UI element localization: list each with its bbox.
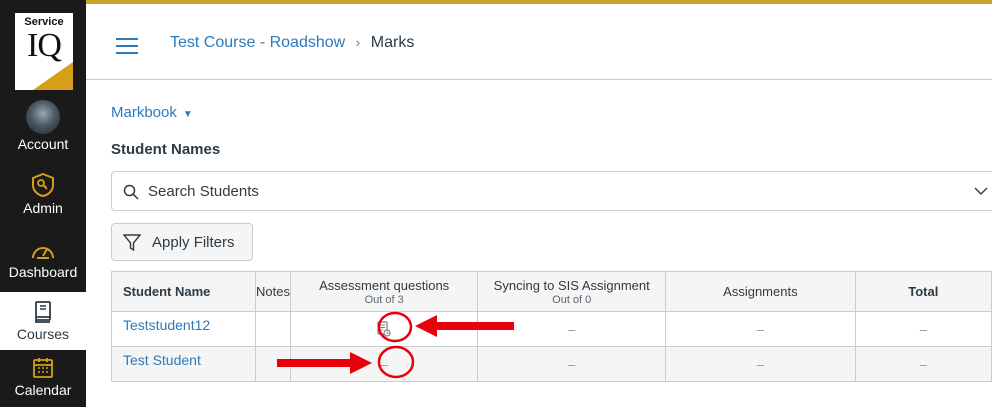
annotation-arrow-right xyxy=(277,352,372,374)
annotation-overlay xyxy=(277,311,514,379)
annotation-arrow-left xyxy=(415,315,514,337)
annotation-circle-row2 xyxy=(377,345,415,379)
annotation-circle-row1 xyxy=(377,311,413,343)
